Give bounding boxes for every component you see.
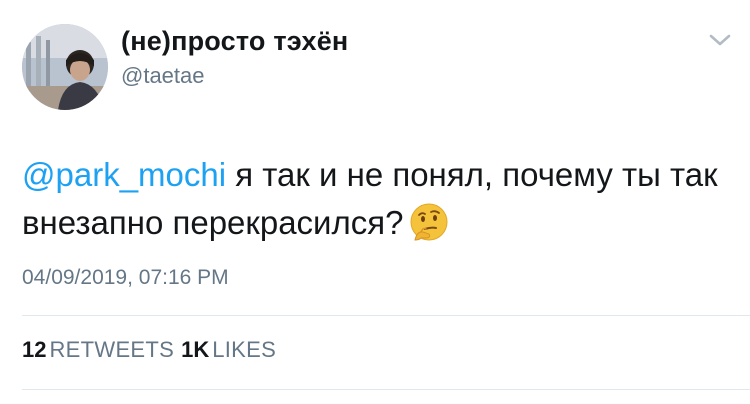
tweet-text: @park_mochi я так и не понял, почему ты … xyxy=(22,151,722,247)
display-name[interactable]: (не)просто тэхён xyxy=(121,26,348,57)
chevron-down-icon[interactable] xyxy=(707,30,733,50)
thinking-face-icon xyxy=(409,202,449,242)
tweet-stats: 12 RETWEETS 1K LIKES xyxy=(22,337,276,363)
avatar-image xyxy=(22,24,108,110)
avatar[interactable] xyxy=(22,24,108,110)
mention-link[interactable]: @park_mochi xyxy=(22,156,226,193)
user-handle[interactable]: @taetae xyxy=(121,63,205,89)
divider xyxy=(22,389,750,390)
likes-stat[interactable]: 1K LIKES xyxy=(181,337,276,362)
likes-label: LIKES xyxy=(212,337,277,362)
tweet-timestamp[interactable]: 04/09/2019, 07:16 PM xyxy=(22,266,229,290)
divider xyxy=(22,315,750,316)
retweets-count: 12 xyxy=(22,337,47,362)
retweets-stat[interactable]: 12 RETWEETS xyxy=(22,337,174,362)
tweet-card: (не)просто тэхён @taetae @park_mochi я т… xyxy=(0,0,750,404)
likes-count: 1K xyxy=(181,337,210,362)
retweets-label: RETWEETS xyxy=(49,337,175,362)
